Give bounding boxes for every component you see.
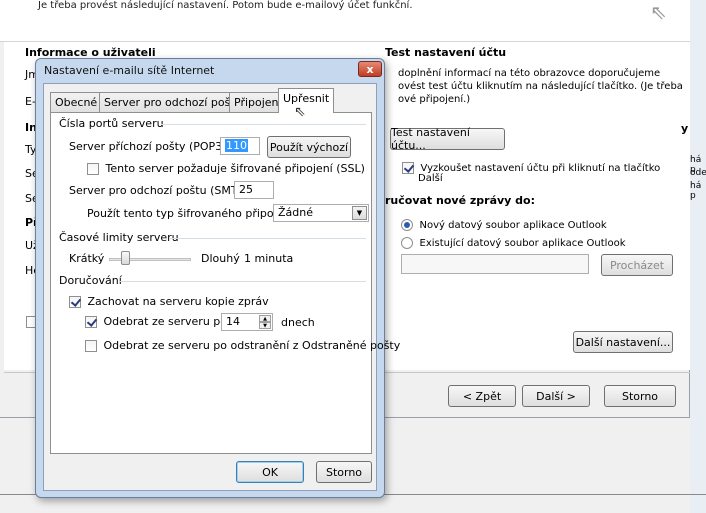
leave-copy-label: Zachovat na serveru kopie zpráv (87, 295, 269, 308)
partial-right-text: há p (690, 181, 702, 201)
encryption-select[interactable]: Žádné ▼ (273, 204, 369, 222)
partial-right-text: ode (690, 168, 706, 178)
verify-checkbox-label-2: Další (418, 173, 443, 184)
next-button[interactable]: Další > (522, 385, 590, 407)
remove-after-days-stepper[interactable]: 14 ▲ ▼ (221, 313, 273, 331)
spin-up-icon[interactable]: ▲ (259, 315, 271, 322)
deliver-heading: ručovat nové zprávy do: (385, 194, 535, 207)
remove-after-label: Odebrat ze serveru po (103, 315, 228, 328)
existing-datafile-path[interactable] (401, 254, 589, 274)
radio-new-datafile[interactable] (401, 219, 413, 231)
tab-general[interactable]: Obecné (50, 92, 103, 112)
timeout-long-label: Dlouhý (201, 252, 240, 265)
test-settings-heading: Test nastavení účtu (385, 46, 507, 59)
timeout-slider-thumb[interactable] (121, 251, 130, 265)
radio-new-label: Nový datový soubor aplikace Outlook (419, 220, 607, 231)
internet-email-settings-dialog: Nastavení e-mailu sítě Internet x Obecné… (35, 58, 400, 498)
dialog-title: Nastavení e-mailu sítě Internet (44, 64, 215, 77)
timeout-short-label: Krátký (69, 252, 105, 265)
verify-checkbox[interactable] (402, 162, 414, 174)
more-settings-button[interactable]: Další nastavení... (573, 331, 673, 353)
chevron-down-icon[interactable]: ▼ (352, 206, 367, 220)
pop3-port-input[interactable]: 110 (220, 137, 260, 155)
smtp-label: Server pro odchozí poštu (SMTP): (69, 184, 253, 197)
smtp-port-input[interactable]: 25 (234, 181, 274, 199)
dialog-content: Obecné Server pro odchozí poštu Připojen… (43, 83, 400, 491)
ssl-checkbox-row[interactable]: Tento server požaduje šifrované připojen… (87, 162, 365, 175)
wizard-header: Je třeba provést následující nastavení. … (0, 0, 690, 42)
test-description-line: ovést test účtu kliknutím na následující… (398, 81, 683, 92)
test-description-line: ové připojení.) (398, 94, 471, 105)
remove-after-row[interactable]: Odebrat ze serveru po (85, 315, 227, 328)
encryption-label: Použít tento typ šifrovaného připojení: (87, 207, 298, 220)
ssl-label: Tento server požaduje šifrované připojen… (105, 162, 365, 175)
ok-button[interactable]: OK (236, 461, 304, 483)
spin-down-icon[interactable]: ▼ (259, 322, 271, 329)
encryption-value: Žádné (278, 206, 313, 219)
timeout-value: 1 minuta (244, 252, 294, 265)
days-label: dnech (281, 316, 315, 329)
group-divider (161, 124, 366, 125)
test-account-button[interactable]: Test nastavení účtu... (390, 126, 505, 152)
radio-existing-label: Existující datový soubor aplikace Outloo… (419, 238, 626, 249)
remove-deleted-row[interactable]: Odebrat ze serveru po odstranění z Odstr… (85, 339, 400, 352)
dialog-cancel-button[interactable]: Storno (316, 461, 372, 483)
mouse-cursor-icon: ⇖ (294, 104, 306, 120)
partial-right-text: y (681, 122, 689, 135)
pop3-port-value: 110 (225, 139, 248, 152)
remove-deleted-checkbox[interactable] (85, 340, 97, 352)
delivery-group-label: Doručování (59, 274, 122, 287)
use-default-button[interactable]: Použít výchozí (267, 136, 351, 158)
timeouts-group-label: Časové limity serveru (59, 231, 179, 244)
browse-button[interactable]: Procházet (601, 254, 673, 276)
background-window-strip: há p ode há p (690, 0, 706, 513)
radio-new-row[interactable]: Nový datový soubor aplikace Outlook (401, 218, 607, 231)
group-divider (169, 238, 366, 239)
advanced-tab-panel: Čísla portů serveru Server příchozí pošt… (50, 112, 400, 454)
back-button[interactable]: < Zpět (448, 385, 516, 407)
pop3-label: Server příchozí pošty (POP3): (69, 140, 231, 153)
tab-advanced[interactable]: Upřesnit (278, 88, 335, 113)
group-divider (119, 281, 366, 282)
remove-after-checkbox[interactable] (85, 316, 97, 328)
wizard-intro-text: Je třeba provést následující nastavení. … (38, 0, 413, 11)
radio-existing-datafile[interactable] (401, 237, 413, 249)
verify-checkbox-label: Vyzkoušet nastavení účtu při kliknutí na… (420, 163, 661, 174)
close-button[interactable]: x (358, 61, 382, 77)
tab-outgoing-server[interactable]: Server pro odchozí poštu (99, 92, 247, 112)
cursor-icon: ⇖ (650, 0, 667, 24)
ssl-checkbox[interactable] (87, 163, 99, 175)
leave-copy-checkbox[interactable] (69, 296, 81, 308)
leave-copy-row[interactable]: Zachovat na serveru kopie zpráv (69, 295, 269, 308)
remove-after-days-value: 14 (226, 315, 240, 328)
test-description-line: doplnění informací na této obrazovce dop… (398, 68, 661, 79)
radio-existing-row[interactable]: Existující datový soubor aplikace Outloo… (401, 236, 626, 249)
ports-group-label: Čísla portů serveru (59, 117, 164, 130)
cancel-button[interactable]: Storno (604, 385, 676, 407)
remove-deleted-label: Odebrat ze serveru po odstranění z Odstr… (103, 339, 401, 352)
